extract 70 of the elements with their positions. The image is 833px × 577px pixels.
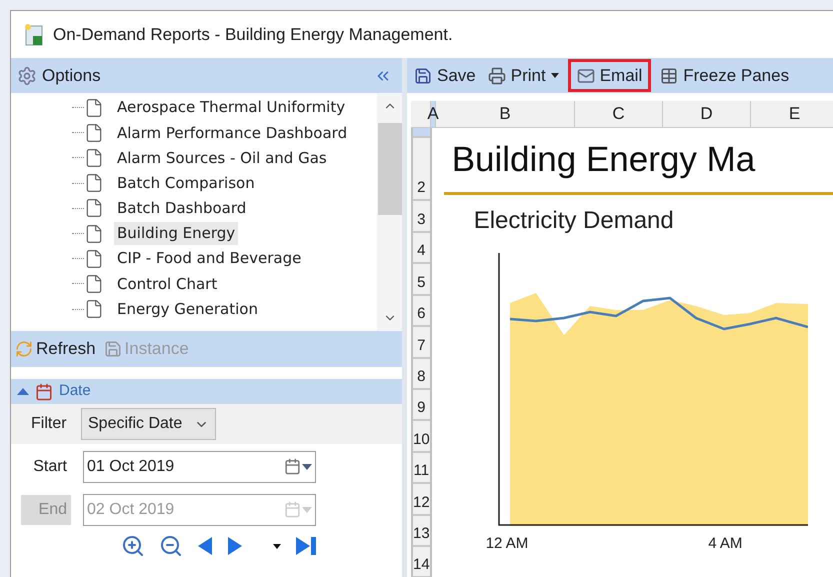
document-icon — [84, 299, 104, 320]
previous-icon[interactable] — [197, 536, 213, 556]
tree-item[interactable]: Batch Comparison — [114, 172, 258, 194]
panel-title: Options — [42, 64, 101, 87]
next-icon[interactable] — [227, 536, 243, 556]
refresh-icon — [15, 340, 33, 358]
filter-dropdown[interactable]: Specific Date — [81, 408, 216, 440]
zoom-out-icon[interactable] — [159, 534, 183, 558]
tree-item[interactable]: CIP - Food and Beverage — [114, 247, 304, 270]
column-header[interactable]: C — [575, 101, 663, 127]
axis-label: 4 AM — [708, 534, 742, 554]
document-icon — [84, 98, 104, 118]
row-header[interactable]: 11 — [413, 452, 430, 484]
caret-icon[interactable] — [273, 544, 281, 548]
document-icon — [84, 224, 104, 244]
tree-item[interactable]: Alarm Sources - Oil and Gas — [114, 146, 330, 170]
row-header[interactable]: 2 — [413, 138, 430, 201]
tree-item[interactable]: Alarm Performance Dashboard — [114, 122, 350, 144]
caret-icon[interactable] — [550, 73, 559, 78]
row-header[interactable]: 9 — [413, 390, 430, 422]
tree-item[interactable]: Control Chart — [114, 272, 220, 296]
document-icon — [84, 274, 104, 294]
tree-item[interactable]: Aerospace Thermal Uniformity — [114, 96, 348, 119]
row-header[interactable]: 7 — [413, 327, 430, 359]
document-icon — [84, 173, 104, 194]
tree-item[interactable]: Building Energy — [114, 222, 238, 245]
report-title: Building Energy Ma — [452, 140, 756, 180]
print-button[interactable]: Print — [484, 59, 562, 92]
scrollbar[interactable] — [377, 93, 402, 331]
filter-label: Filter — [31, 414, 68, 434]
printer-icon — [488, 66, 506, 84]
document-icon — [84, 122, 104, 143]
row-header[interactable]: 8 — [413, 358, 430, 390]
save-button[interactable]: Save — [411, 59, 479, 92]
tree-item[interactable]: Batch Dashboard — [114, 197, 250, 220]
gear-icon — [17, 66, 37, 86]
calendar-icon — [35, 382, 53, 400]
caret-icon[interactable] — [302, 464, 312, 470]
document-icon — [84, 148, 104, 168]
row-header[interactable]: 4 — [413, 233, 430, 264]
calendar-icon[interactable] — [284, 458, 301, 475]
row-header[interactable]: 6 — [413, 296, 430, 328]
document-icon — [84, 248, 104, 269]
row-header[interactable]: 3 — [413, 201, 430, 233]
refresh-button[interactable]: Refresh — [15, 336, 96, 362]
row-header[interactable]: 13 — [413, 516, 430, 547]
section-title: Date — [59, 381, 91, 402]
save-icon — [414, 66, 432, 84]
email-button[interactable]: Email — [568, 59, 652, 92]
date-field[interactable]: 01 Oct 2019 — [83, 450, 316, 482]
axis-label: 12 AM — [486, 534, 528, 554]
row-header[interactable]: 12 — [413, 484, 430, 516]
zoom-in-icon[interactable] — [121, 534, 145, 558]
envelope-icon — [576, 66, 595, 84]
document-icon — [84, 198, 104, 218]
freeze-panes-button[interactable]: Freeze Panes — [657, 59, 792, 92]
tree-item[interactable]: Energy Generation — [114, 298, 261, 320]
chart-title: Electricity Demand — [474, 206, 675, 236]
window-title: On-Demand Reports - Building Energy Management. — [53, 24, 453, 46]
start-label: Start — [32, 456, 68, 476]
column-header[interactable]: D — [663, 101, 751, 127]
spreadsheet-icon — [23, 22, 45, 46]
last-icon[interactable] — [295, 536, 317, 556]
column-header[interactable]: E — [751, 101, 833, 127]
row-header[interactable]: 10 — [413, 421, 430, 453]
row-header[interactable]: 5 — [413, 264, 430, 296]
scrollbar-thumb[interactable] — [378, 123, 402, 215]
table-icon — [660, 66, 678, 84]
collapse-triangle-icon[interactable] — [17, 388, 29, 395]
row-header[interactable]: 14 — [413, 546, 430, 577]
